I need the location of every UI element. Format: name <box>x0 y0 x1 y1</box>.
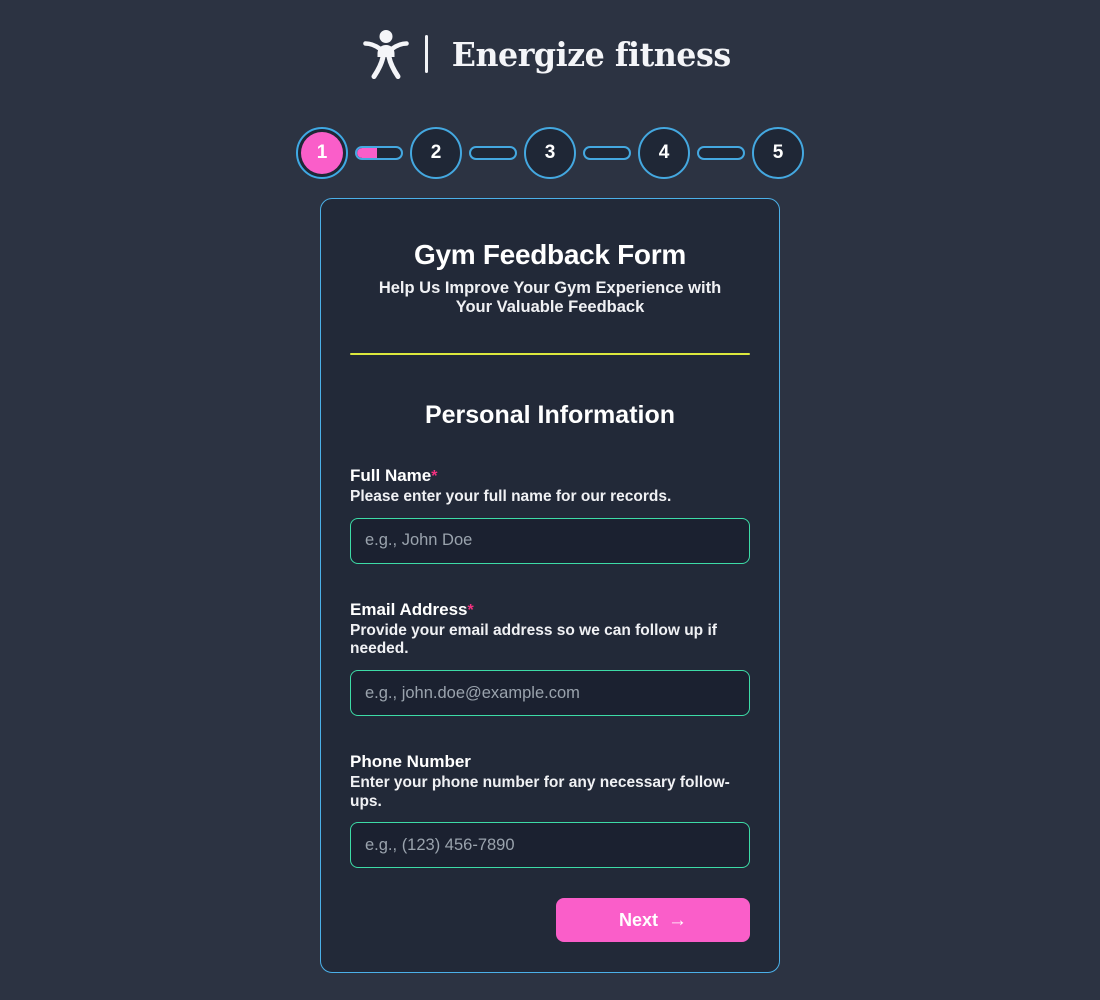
section-title: Personal Information <box>424 401 676 430</box>
field-full-name-help: Please enter your full name for our reco… <box>350 488 672 506</box>
step-1-label: 1 <box>316 142 328 163</box>
form-actions: Next → <box>350 898 750 943</box>
step-3[interactable]: 3 <box>524 127 576 179</box>
form-card: Gym Feedback Form Help Us Improve Your G… <box>320 198 780 974</box>
step-connector-4 <box>697 146 745 160</box>
next-button[interactable]: Next → <box>556 898 750 943</box>
field-phone-number-label: Phone Number <box>350 752 750 772</box>
form-subtitle: Help Us Improve Your Gym Experience with… <box>378 279 722 316</box>
step-2-label: 2 <box>430 142 442 163</box>
step-3-label: 3 <box>544 142 556 163</box>
step-4[interactable]: 4 <box>638 127 690 179</box>
field-phone-number: Phone Number Enter your phone number for… <box>350 752 750 869</box>
field-email-address-label: Email Address* <box>350 600 750 620</box>
field-email-address: Email Address* Provide your email addres… <box>350 600 750 717</box>
divider <box>350 353 750 356</box>
full-name-input[interactable] <box>350 517 750 564</box>
field-phone-number-label-text: Phone Number <box>350 752 471 772</box>
page-title: Gym Feedback Form <box>414 239 686 270</box>
field-email-address-label-text: Email Address <box>350 599 468 619</box>
step-2[interactable]: 2 <box>410 127 462 179</box>
brand-header: Energize fitness <box>0 0 1100 108</box>
step-connector-1 <box>355 146 403 160</box>
step-connector-3 <box>583 146 631 160</box>
field-full-name: Full Name* Please enter your full name f… <box>350 466 750 564</box>
arrow-right-icon: → <box>668 909 687 931</box>
step-connector-1-fill <box>357 148 377 158</box>
step-indicator: 1 2 3 4 5 <box>0 108 1100 198</box>
step-1[interactable]: 1 <box>296 127 348 179</box>
field-email-address-help: Provide your email address so we can fol… <box>350 621 717 658</box>
next-button-label: Next <box>618 909 658 930</box>
phone-number-input[interactable] <box>350 822 750 869</box>
step-connector-2 <box>469 146 517 160</box>
brand-name: Energize fitness <box>452 34 731 74</box>
email-address-input[interactable] <box>350 670 750 717</box>
step-5-label: 5 <box>772 142 784 163</box>
step-5[interactable]: 5 <box>752 127 804 179</box>
brand-divider <box>425 35 429 73</box>
stick-figure-icon <box>363 30 410 79</box>
field-phone-number-help: Enter your phone number for any necessar… <box>350 774 730 810</box>
field-full-name-label-text: Full Name <box>350 466 432 486</box>
field-full-name-label: Full Name* <box>350 466 750 486</box>
field-full-name-required-marker: * <box>431 468 438 486</box>
step-4-label: 4 <box>658 142 670 163</box>
field-email-address-required-marker: * <box>467 601 474 619</box>
